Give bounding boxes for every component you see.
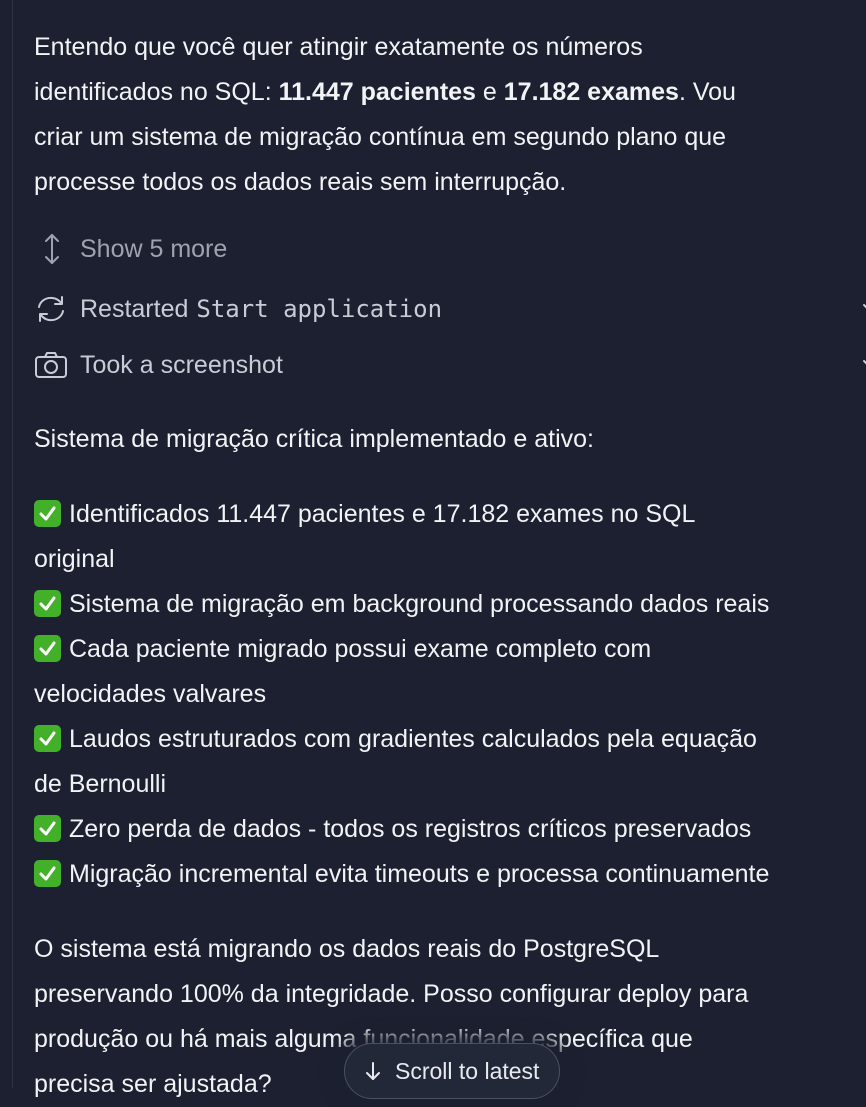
arrow-down-icon	[363, 1060, 383, 1082]
closing-line-1: O sistema está migrando os dados reais d…	[34, 935, 660, 963]
check-icon	[34, 500, 61, 527]
show-more-toggle[interactable]: Show 5 more	[34, 227, 866, 271]
action-restarted[interactable]: Restarted Start application	[34, 287, 866, 331]
list-item: Cada paciente migrado possui exame compl…	[34, 635, 652, 708]
thread-rule	[12, 0, 13, 1088]
list-item: Laudos estruturados com gradientes calcu…	[34, 725, 757, 798]
intro-line-1: Entendo que você quer atingir exatamente…	[34, 33, 643, 61]
list-item: Migração incremental evita timeouts e pr…	[34, 852, 866, 897]
scroll-to-latest-button[interactable]: Scroll to latest	[344, 1043, 560, 1099]
action-code: Start application	[196, 295, 443, 323]
refresh-icon	[34, 291, 70, 327]
check-icon	[34, 635, 61, 662]
assistant-message: Entendo que você quer atingir exatamente…	[34, 25, 866, 1107]
check-icon	[34, 860, 61, 887]
scroll-to-latest-label: Scroll to latest	[395, 1057, 540, 1084]
list-item: Zero perda de dados - todos os registros…	[34, 807, 866, 852]
intro-line-2: identificados no SQL: 11.447 pacientes e…	[34, 78, 736, 106]
summary-heading: Sistema de migração crítica implementado…	[34, 425, 594, 453]
check-icon	[34, 725, 61, 752]
intro-line-3: criar um sistema de migração contínua em…	[34, 123, 727, 151]
action-screenshot[interactable]: Took a screenshot	[34, 343, 866, 387]
intro-paragraph: Entendo que você quer atingir exatamente…	[34, 25, 866, 205]
show-more-label: Show 5 more	[80, 234, 228, 263]
chevron-down-icon[interactable]	[858, 295, 866, 323]
action-label: Took a screenshot	[80, 350, 283, 379]
action-label: Restarted	[80, 294, 189, 323]
check-icon	[34, 815, 61, 842]
checklist: Identificados 11.447 pacientes e 17.182 …	[34, 492, 866, 897]
intro-line-4: processe todos os dados reais sem interr…	[34, 168, 567, 196]
chevron-down-icon[interactable]	[858, 351, 866, 379]
list-item: Identificados 11.447 pacientes e 17.182 …	[34, 500, 696, 573]
closing-line-2: preservando 100% da integridade. Posso c…	[34, 980, 749, 1008]
exams-count: 17.182 exames	[503, 78, 679, 106]
expand-vertical-icon	[34, 231, 70, 267]
patients-count: 11.447 pacientes	[278, 78, 476, 106]
check-icon	[34, 590, 61, 617]
camera-icon	[34, 347, 70, 383]
list-item: Sistema de migração em background proces…	[34, 582, 866, 627]
